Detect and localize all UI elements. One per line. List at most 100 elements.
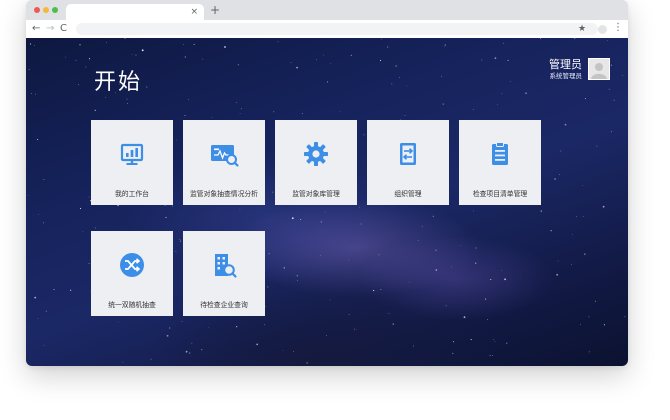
- star-dot: [240, 108, 242, 109]
- star-dot: [30, 43, 32, 45]
- user-avatar-icon: [591, 63, 607, 79]
- bookmark-star-icon[interactable]: ★: [578, 22, 586, 36]
- star-dot: [339, 110, 341, 112]
- star-dot: [329, 299, 331, 301]
- star-dot: [264, 324, 266, 326]
- star-dot: [472, 109, 474, 110]
- star-dot: [65, 56, 67, 58]
- browser-tab[interactable]: ×: [66, 4, 204, 20]
- reload-icon[interactable]: C: [60, 22, 67, 36]
- star-dot: [175, 250, 177, 252]
- window-minimize-dot[interactable]: [43, 7, 49, 13]
- star-dot: [444, 44, 446, 46]
- star-dot: [43, 179, 45, 180]
- star-dot: [610, 131, 612, 133]
- building-search-icon: [215, 254, 237, 278]
- clipboard-list-icon: [492, 142, 508, 165]
- star-dot: [297, 279, 299, 281]
- star-dot: [473, 210, 474, 212]
- star-dot: [267, 286, 269, 288]
- star-dot: [88, 58, 91, 60]
- star-dot: [584, 98, 587, 100]
- star-dot: [237, 64, 239, 66]
- tile-label: 检查项目清单管理: [472, 190, 528, 198]
- star-dot: [413, 345, 414, 347]
- tile-checklist[interactable]: 检查项目清单管理: [459, 120, 541, 205]
- star-dot: [622, 75, 624, 76]
- star-dot: [70, 289, 72, 291]
- star-dot: [363, 134, 365, 136]
- star-dot: [34, 296, 37, 299]
- star-dot: [348, 259, 349, 261]
- star-dot: [330, 63, 332, 65]
- star-dot: [193, 43, 195, 45]
- star-dot: [171, 205, 173, 207]
- star-dot: [184, 115, 186, 117]
- star-dot: [557, 260, 559, 262]
- tile-object-library[interactable]: 监管对象库管理: [275, 120, 357, 205]
- star-dot: [300, 218, 302, 221]
- pulse-card-search-icon: [211, 145, 239, 167]
- star-dot: [379, 59, 382, 61]
- star-dot: [510, 80, 512, 82]
- avatar[interactable]: [588, 58, 610, 80]
- tile-my-workbench[interactable]: 我的工作台: [91, 120, 173, 205]
- star-dot: [441, 75, 443, 77]
- star-dot: [150, 358, 152, 360]
- gear-icon: [304, 142, 328, 166]
- monitor-chart-icon: [120, 143, 144, 165]
- tab-close-icon[interactable]: ×: [190, 5, 198, 19]
- star-dot: [320, 255, 322, 256]
- star-dot: [183, 43, 185, 45]
- star-dot: [34, 45, 35, 47]
- user-name: 管理员: [549, 58, 582, 71]
- star-dot: [540, 210, 542, 212]
- star-dot: [201, 349, 203, 351]
- new-tab-button[interactable]: +: [210, 2, 220, 18]
- star-dot: [117, 321, 119, 323]
- tile-random-inspection[interactable]: 统一双随机抽查: [91, 231, 173, 316]
- star-dot: [378, 254, 380, 256]
- star-dot: [583, 253, 586, 256]
- forward-arrow-icon[interactable]: →: [46, 22, 54, 36]
- star-dot: [497, 104, 498, 106]
- back-arrow-icon[interactable]: ←: [32, 22, 40, 36]
- star-dot: [399, 76, 400, 78]
- star-dot: [489, 355, 491, 357]
- star-dot: [539, 38, 542, 40]
- star-dot: [78, 84, 79, 85]
- star-dot: [506, 342, 508, 344]
- user-menu[interactable]: 管理员 系统管理员: [520, 58, 610, 82]
- star-dot: [165, 216, 167, 218]
- star-dot: [608, 88, 610, 90]
- star-dot: [493, 339, 494, 340]
- star-dot: [490, 278, 492, 281]
- star-dot: [408, 281, 410, 283]
- tile-inspection-analysis[interactable]: 监管对象抽查情况分析: [183, 120, 265, 205]
- star-dot: [554, 178, 556, 180]
- star-dot: [79, 44, 81, 46]
- star-dot: [594, 300, 597, 302]
- window-maximize-dot[interactable]: [52, 7, 58, 13]
- star-dot: [558, 173, 560, 175]
- star-dot: [391, 83, 393, 85]
- star-dot: [273, 111, 275, 113]
- star-dot: [189, 352, 191, 354]
- star-dot: [350, 54, 352, 56]
- tile-enterprise-query[interactable]: 待检查企业查询: [183, 231, 265, 316]
- profile-icon[interactable]: [598, 25, 607, 34]
- star-dot: [88, 196, 90, 198]
- tile-label: 我的工作台: [115, 190, 149, 198]
- star-dot: [265, 306, 267, 308]
- browser-menu-icon[interactable]: ⋮: [613, 21, 623, 35]
- star-dot: [296, 66, 298, 69]
- star-dot: [236, 326, 238, 328]
- tile-organization[interactable]: 组织管理: [367, 120, 449, 205]
- shuffle-icon: [120, 253, 144, 277]
- window-close-dot[interactable]: [34, 7, 40, 13]
- star-dot: [624, 315, 626, 317]
- address-bar[interactable]: [76, 23, 598, 35]
- star-dot: [268, 253, 270, 255]
- star-dot: [296, 275, 298, 277]
- star-dot: [435, 269, 438, 271]
